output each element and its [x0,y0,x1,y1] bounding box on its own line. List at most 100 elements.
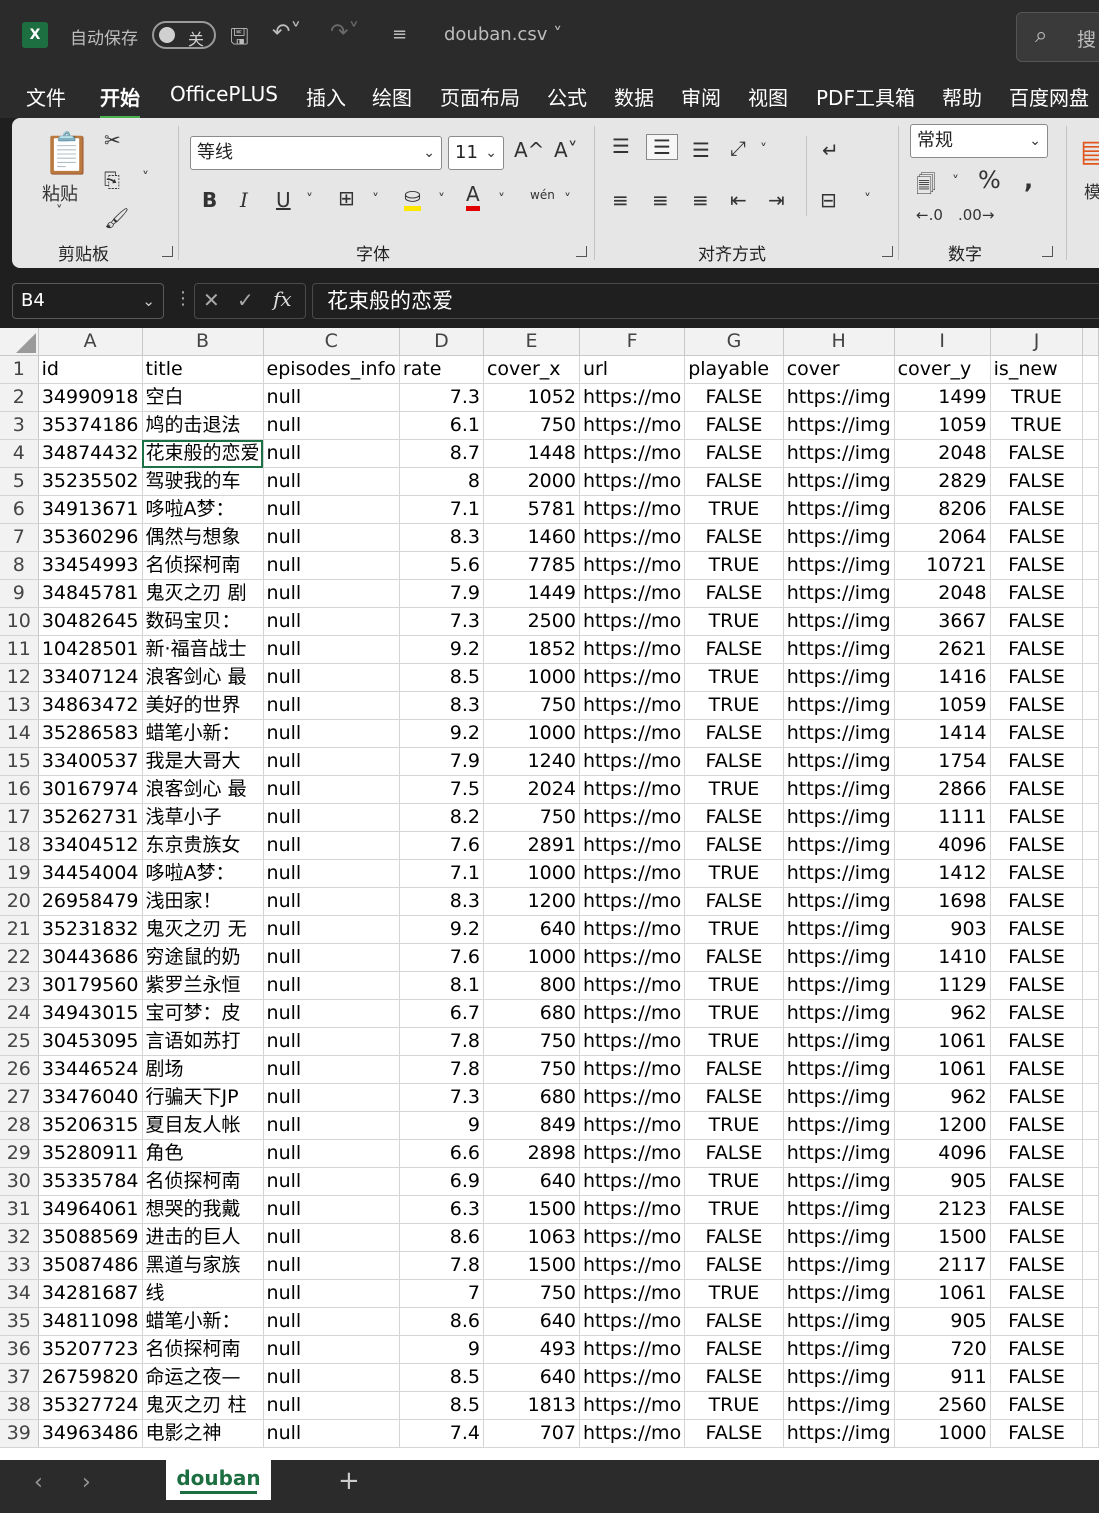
cell[interactable]: 34963486 [38,1419,143,1448]
cut-icon[interactable]: ✂ [104,128,121,152]
cell[interactable] [1082,1083,1099,1112]
cell[interactable]: https://img [783,999,895,1028]
cell[interactable]: 空白 [142,383,264,412]
cell[interactable]: 1410 [894,943,991,972]
cell[interactable]: 33476040 [38,1083,143,1112]
cell[interactable]: 花束般的恋爱 [142,439,264,468]
cell[interactable] [1082,495,1099,524]
cell[interactable]: FALSE [990,1307,1084,1336]
row-header[interactable]: 32 [0,1223,39,1252]
cell[interactable]: 2500 [483,607,580,636]
cell[interactable]: 1059 [894,411,991,440]
cell[interactable]: 8.3 [399,691,484,720]
cell[interactable]: 911 [894,1363,991,1392]
cell[interactable]: 2064 [894,523,991,552]
cell[interactable]: FALSE [990,1363,1084,1392]
insert-function-icon[interactable]: fx [273,287,292,311]
cell[interactable]: FALSE [990,551,1084,580]
cell[interactable]: FALSE [990,1223,1084,1252]
cell[interactable]: 美好的世界 [142,691,264,720]
cell[interactable]: 黑道与家族 [142,1251,264,1280]
cell[interactable]: FALSE [684,887,784,916]
cell[interactable]: FALSE [990,467,1084,496]
previous-sheet-icon[interactable]: ‹ [34,1470,43,1495]
customize-toolbar-icon[interactable]: ≡ [392,24,407,45]
tab-draw[interactable]: 绘图 [372,82,412,111]
cell[interactable]: FALSE [684,1223,784,1252]
row-header[interactable]: 8 [0,551,39,580]
cell[interactable] [1082,999,1099,1028]
tab-page-layout[interactable]: 页面布局 [440,82,520,111]
cell[interactable]: 849 [483,1111,580,1140]
cell[interactable]: https://img [783,1139,895,1168]
cell[interactable]: FALSE [684,1139,784,1168]
cell[interactable]: 浪客剑心 最 [142,775,264,804]
select-all-corner[interactable] [0,328,39,356]
cell[interactable]: 1416 [894,663,991,692]
cell[interactable]: 35206315 [38,1111,143,1140]
cell[interactable] [1082,719,1099,748]
column-header[interactable]: I [894,328,991,356]
row-header[interactable]: 11 [0,635,39,664]
cell[interactable]: https://mo [579,635,686,664]
cell[interactable]: 1052 [483,383,580,412]
cell[interactable]: https://mo [579,1419,686,1448]
tab-file[interactable]: 文件 [26,82,66,111]
cell[interactable]: FALSE [684,579,784,608]
cell[interactable]: https://img [783,551,895,580]
cell[interactable]: cover_y [894,355,991,384]
paste-icon[interactable]: 📋 [42,130,92,177]
cell[interactable]: https://img [783,691,895,720]
cell[interactable]: 7 [399,1279,484,1308]
cell[interactable] [1082,635,1099,664]
row-header[interactable]: 12 [0,663,39,692]
cell[interactable]: 35235502 [38,467,143,496]
cell[interactable]: FALSE [990,1195,1084,1224]
cell[interactable]: playable [684,355,784,384]
tab-officeplus[interactable]: OfficePLUS [170,82,278,106]
row-header[interactable]: 3 [0,411,39,440]
cell[interactable]: 哆啦A梦： [142,859,264,888]
autosave-toggle[interactable]: 关 [152,21,216,49]
borders-icon[interactable]: ⊞ [338,186,355,210]
cell[interactable]: 鬼灭之刃 柱 [142,1391,264,1420]
cell[interactable] [1082,1307,1099,1336]
cell[interactable]: https://img [783,719,895,748]
cell[interactable]: 493 [483,1335,580,1364]
increase-decimal-icon[interactable]: ←.0 [916,206,943,224]
cell[interactable]: 9 [399,1335,484,1364]
cell[interactable]: 9.2 [399,719,484,748]
fill-color-dropdown-icon[interactable]: ˅ [438,192,445,208]
cell[interactable]: null [263,663,400,692]
cell[interactable] [1082,943,1099,972]
cell[interactable]: 1000 [483,719,580,748]
cell[interactable]: 言语如苏打 [142,1027,264,1056]
cell[interactable]: 8.5 [399,1391,484,1420]
cell[interactable]: 7.3 [399,383,484,412]
number-launcher-icon[interactable] [1042,246,1053,257]
cell[interactable]: FALSE [684,1251,784,1280]
cell[interactable]: TRUE [684,663,784,692]
cell[interactable]: 8.2 [399,803,484,832]
cell[interactable]: null [263,775,400,804]
copy-dropdown-icon[interactable]: ˅ [142,170,149,186]
cell[interactable]: https://mo [579,719,686,748]
cell[interactable]: 1500 [483,1251,580,1280]
cell[interactable] [1082,1139,1099,1168]
cell[interactable]: https://img [783,859,895,888]
cell[interactable]: FALSE [990,859,1084,888]
cell[interactable]: 蜡笔小新： [142,1307,264,1336]
cell[interactable]: 1412 [894,859,991,888]
cell[interactable]: 7.6 [399,831,484,860]
cell[interactable]: https://mo [579,579,686,608]
cell[interactable]: https://mo [579,1055,686,1084]
cell[interactable]: 5781 [483,495,580,524]
cell[interactable]: 1698 [894,887,991,916]
cell[interactable]: https://mo [579,1167,686,1196]
cell[interactable]: FALSE [990,747,1084,776]
cell[interactable] [1082,1111,1099,1140]
cell[interactable]: 905 [894,1167,991,1196]
cell[interactable]: https://mo [579,943,686,972]
font-color-dropdown-icon[interactable]: ˅ [498,192,505,208]
column-header[interactable]: J [990,328,1084,356]
